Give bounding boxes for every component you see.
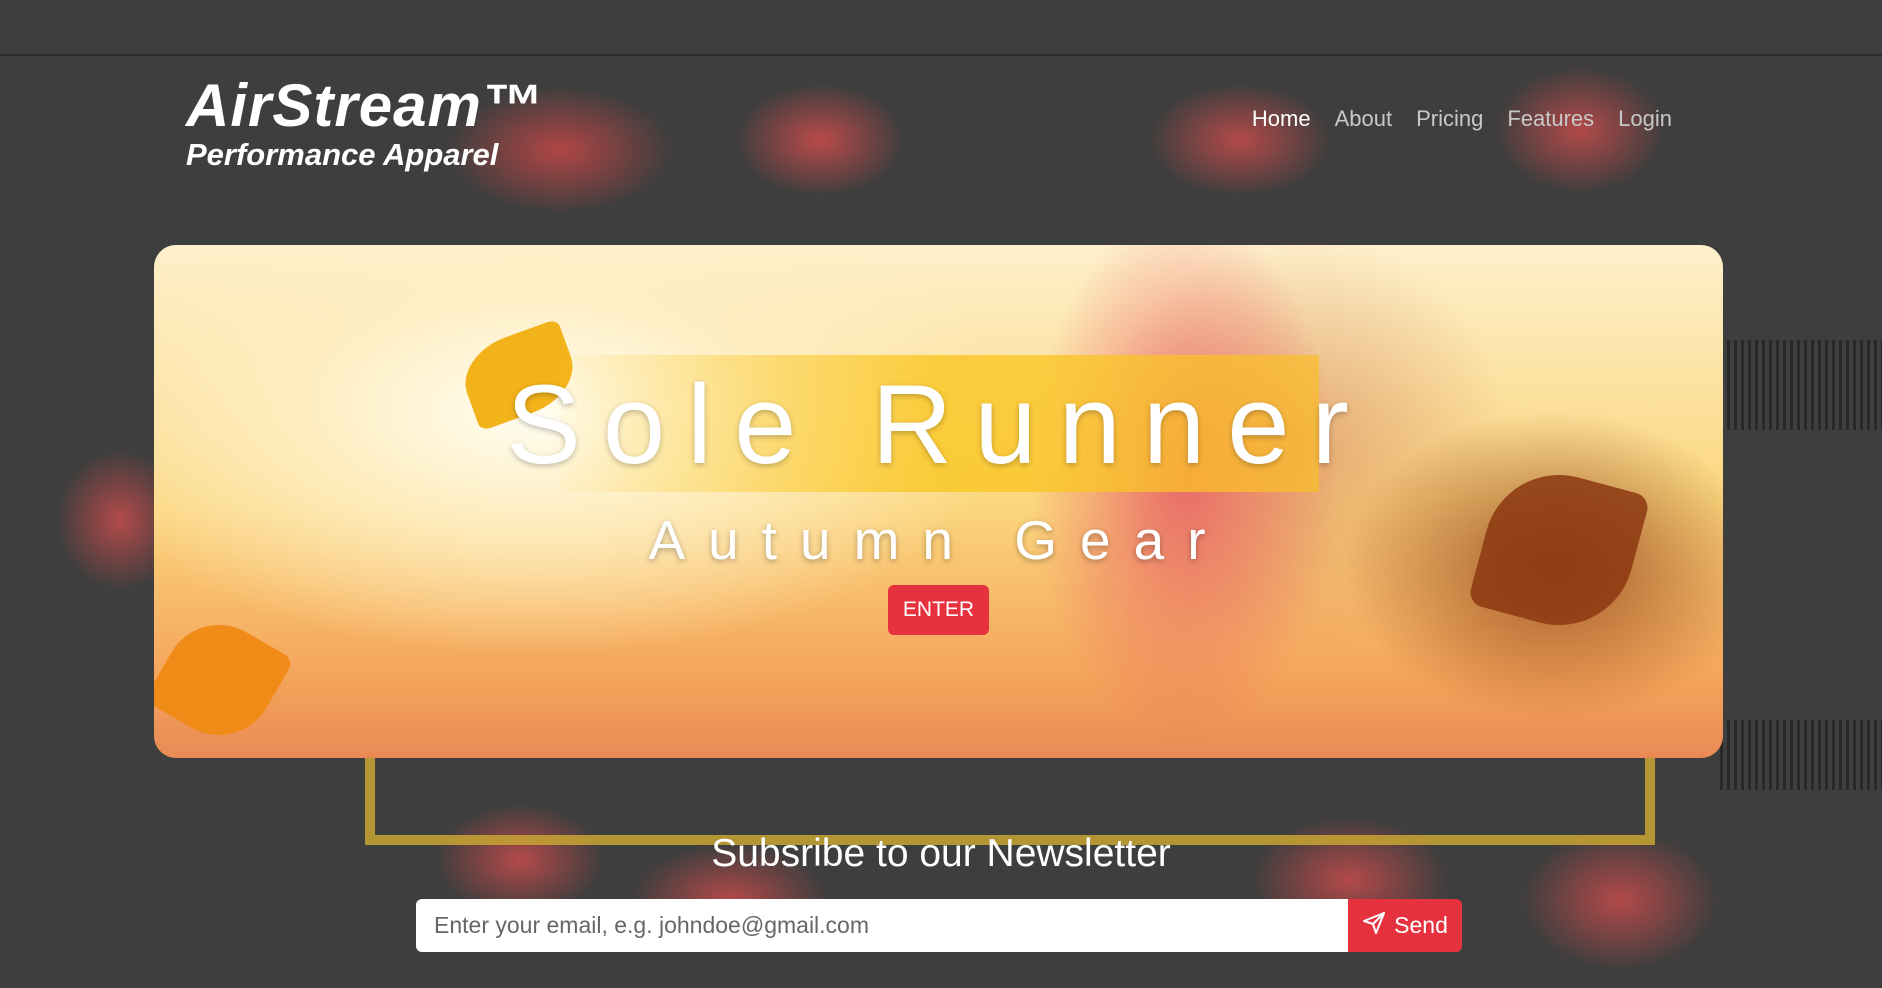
- brand-logo[interactable]: AirStream™ Performance Apparel: [186, 74, 543, 172]
- enter-button[interactable]: ENTER: [888, 585, 989, 635]
- brand-tagline: Performance Apparel: [186, 137, 499, 172]
- nav-item-features[interactable]: Features: [1507, 106, 1594, 132]
- nav-item-pricing[interactable]: Pricing: [1416, 106, 1483, 132]
- main-nav: Home About Pricing Features Login: [1252, 106, 1672, 132]
- hero-subtitle: Autumn Gear: [648, 509, 1229, 571]
- nav-item-login[interactable]: Login: [1618, 106, 1672, 132]
- newsletter-title: Subsribe to our Newsletter: [711, 832, 1171, 875]
- nav-item-home[interactable]: Home: [1252, 106, 1311, 132]
- leaf-decoration: [154, 604, 295, 756]
- paper-plane-icon: [1362, 911, 1386, 941]
- newsletter-form: Send: [416, 899, 1462, 952]
- background-divider: [0, 54, 1882, 56]
- hero-banner: Sole Runner Autumn Gear ENTER: [154, 245, 1723, 758]
- email-input[interactable]: [416, 899, 1348, 952]
- send-button[interactable]: Send: [1348, 899, 1462, 952]
- nav-item-about[interactable]: About: [1335, 106, 1393, 132]
- brand-name: AirStream™: [186, 72, 543, 139]
- hero-title: Sole Runner: [506, 362, 1371, 487]
- send-label: Send: [1394, 912, 1448, 938]
